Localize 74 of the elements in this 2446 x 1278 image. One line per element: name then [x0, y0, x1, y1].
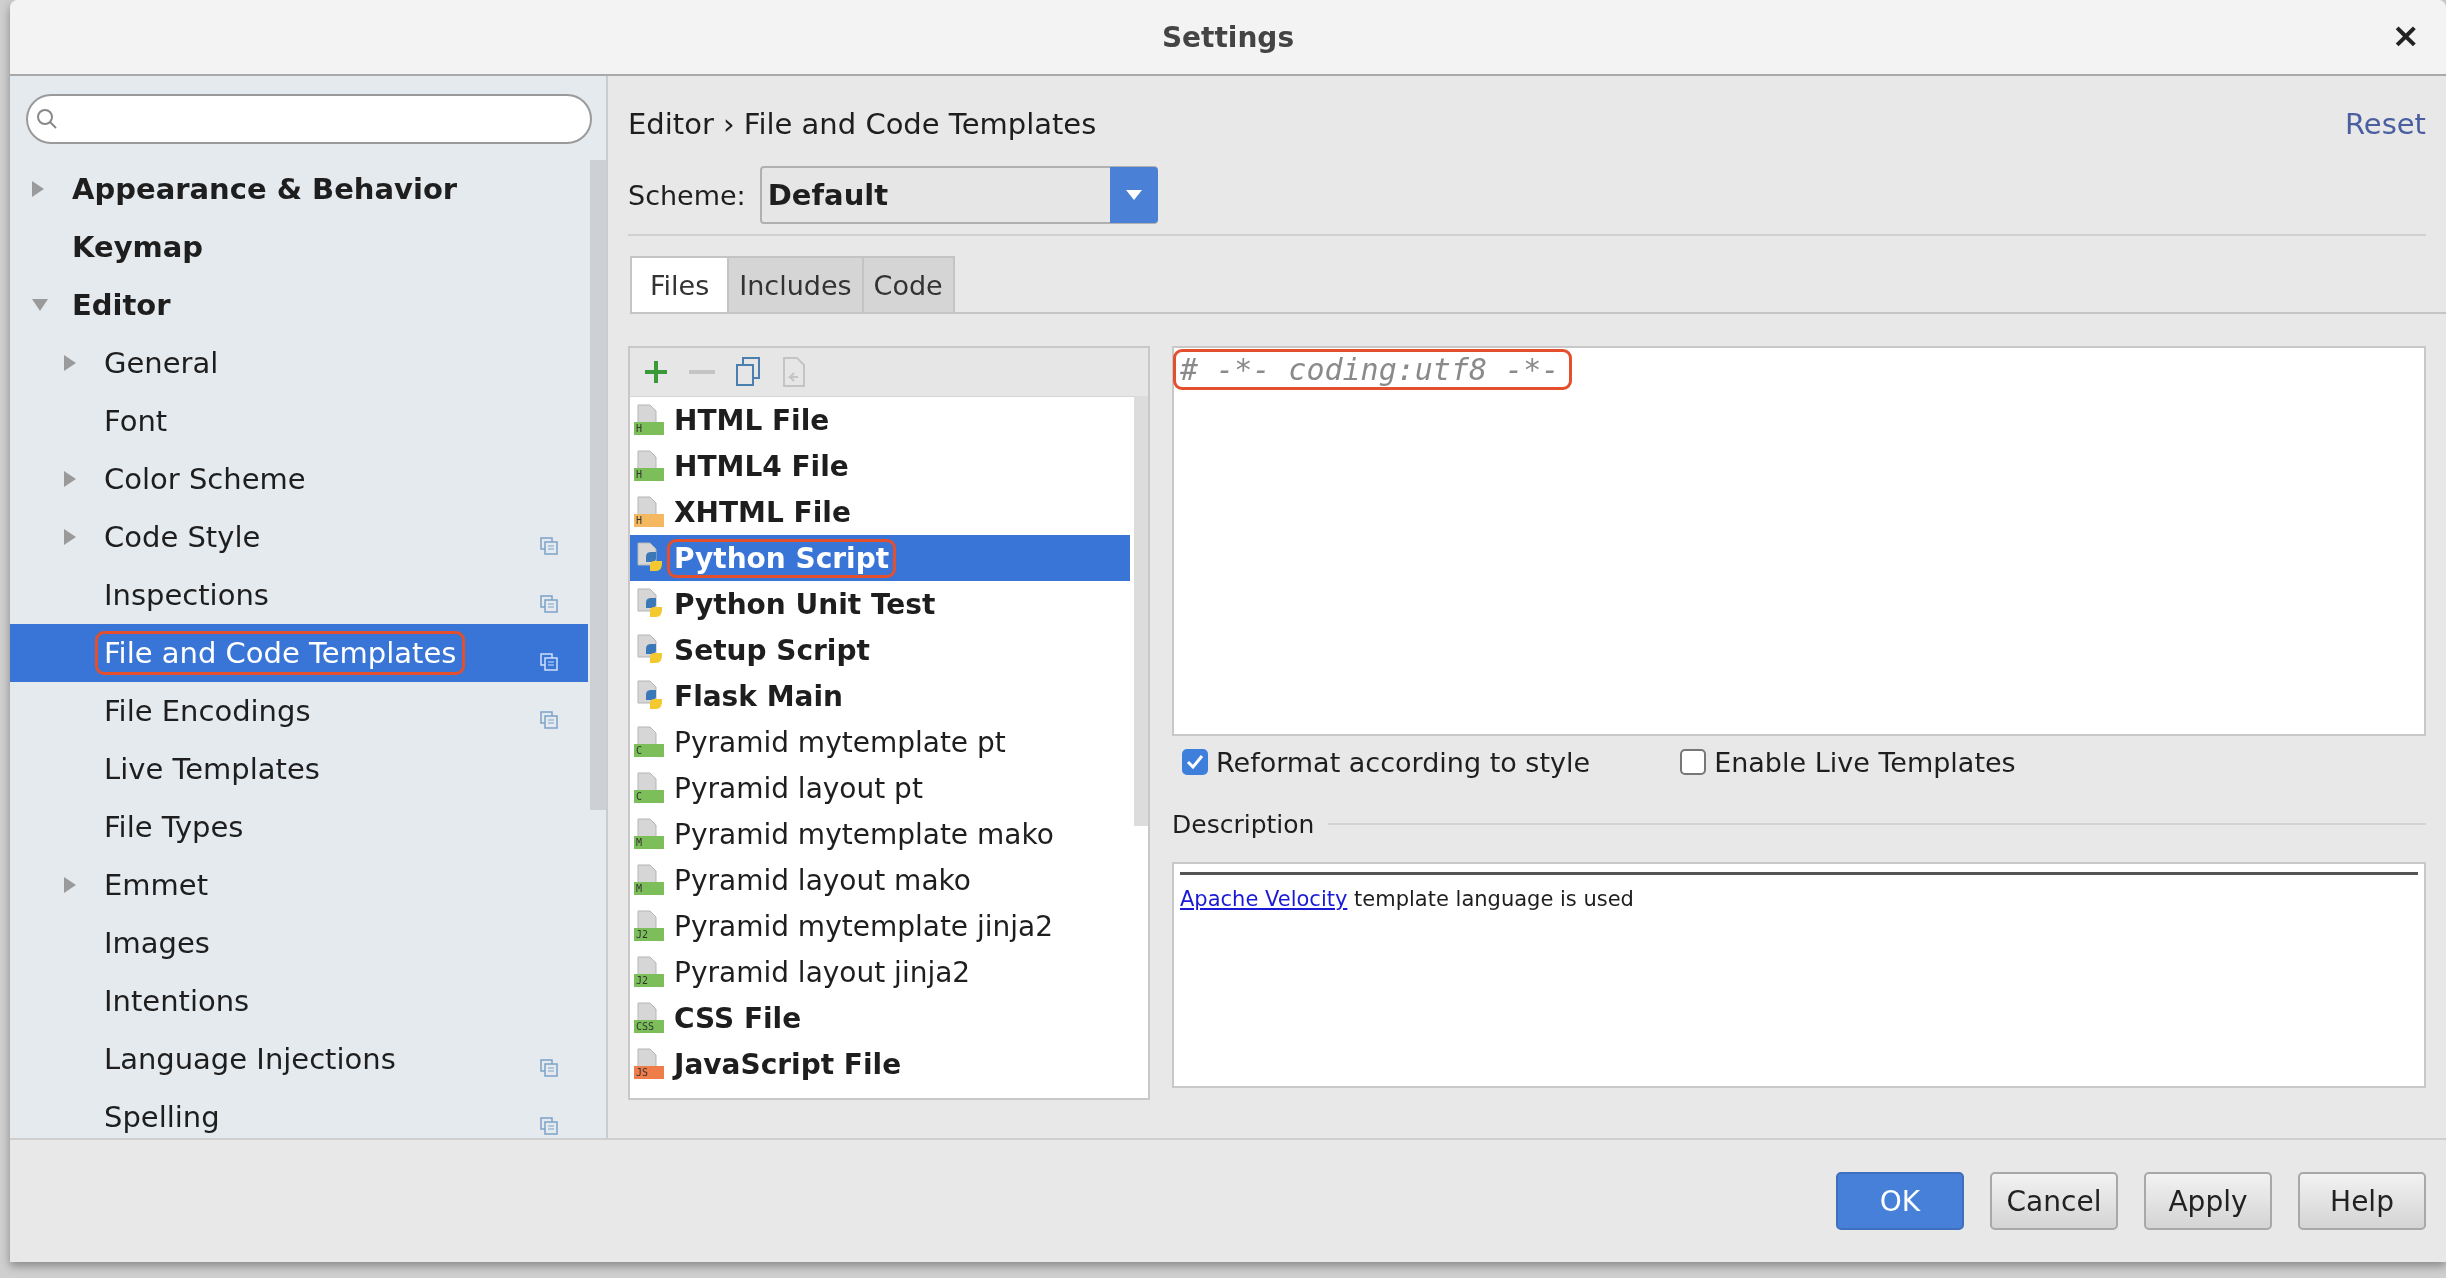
page-arrow-icon [782, 357, 806, 387]
tree-item[interactable]: File Types [10, 798, 588, 856]
template-item[interactable]: J2 Pyramid mytemplate jinja2 [630, 903, 1130, 949]
tree-item[interactable]: Font [10, 392, 588, 450]
expanded-arrow-icon[interactable] [32, 299, 48, 311]
dialog-button[interactable]: Apply [2144, 1172, 2272, 1230]
checkbox-label[interactable]: Enable Live Templates [1714, 746, 2016, 778]
breadcrumb: Editor › File and Code Templates [628, 107, 1097, 141]
tree-item[interactable]: Language Injections [10, 1030, 588, 1088]
collapsed-arrow-icon[interactable] [64, 355, 76, 371]
collapsed-arrow-icon[interactable] [64, 877, 76, 893]
template-item[interactable]: M Pyramid layout mako [630, 857, 1130, 903]
copy-icon [735, 357, 761, 387]
checkmark-icon [1186, 754, 1204, 770]
tree-item[interactable]: Emmet [10, 856, 588, 914]
reset-link[interactable]: Reset [2345, 107, 2426, 141]
minus-icon [689, 370, 715, 374]
copy-icon [540, 595, 558, 613]
link[interactable]: Apache Velocity [1180, 887, 1348, 911]
checkbox[interactable] [1182, 749, 1208, 775]
tab[interactable]: Files [630, 256, 730, 312]
scrollbar[interactable] [1134, 396, 1148, 826]
tree-item[interactable]: Code Style [10, 508, 588, 566]
template-item[interactable]: CSS CSS File [630, 995, 1130, 1041]
tab[interactable]: Includes [727, 256, 864, 312]
tree-item[interactable]: Appearance & Behavior [10, 160, 588, 218]
close-button[interactable]: × [2387, 18, 2424, 52]
scrollbar[interactable] [590, 160, 606, 810]
tree-item[interactable]: General [10, 334, 588, 392]
dialog-button[interactable]: Help [2298, 1172, 2426, 1230]
search-icon [36, 108, 58, 130]
template-item[interactable]: J2 Pyramid layout jinja2 [630, 949, 1130, 995]
template-item[interactable]: Setup Script [630, 627, 1130, 673]
copy-icon [540, 1059, 558, 1077]
plus-icon [643, 359, 669, 385]
scheme-label: Scheme: [628, 179, 746, 211]
tree-item[interactable]: Editor [10, 276, 588, 334]
copy-icon [540, 653, 558, 671]
template-item[interactable]: Python Unit Test [630, 581, 1130, 627]
tree-item[interactable]: Live Templates [10, 740, 588, 798]
template-item[interactable]: JS JavaScript File [630, 1041, 1130, 1087]
template-item[interactable]: M Pyramid mytemplate mako [630, 811, 1130, 857]
description-text: Apache Velocity template language is used [1180, 887, 1635, 911]
template-item[interactable]: C Pyramid layout pt [630, 765, 1130, 811]
template-item[interactable]: H XHTML File [630, 489, 1130, 535]
template-item[interactable]: C Pyramid mytemplate pt [630, 719, 1130, 765]
scheme-dropdown[interactable]: Default [759, 166, 1158, 224]
tree-item[interactable]: Color Scheme [10, 450, 588, 508]
tree-item[interactable]: Spelling [10, 1088, 588, 1138]
dialog-button[interactable]: OK [1836, 1172, 1964, 1230]
copy-icon [540, 537, 558, 555]
dropdown-arrow-icon [1125, 190, 1142, 200]
collapsed-arrow-icon[interactable] [64, 529, 76, 545]
window-title: Settings [1161, 20, 1295, 54]
tab[interactable]: Code [861, 256, 955, 312]
checkbox[interactable] [1680, 749, 1707, 775]
tree-item[interactable]: Keymap [10, 218, 588, 276]
collapsed-arrow-icon[interactable] [32, 181, 44, 197]
copy-icon [540, 711, 558, 729]
dialog-button[interactable]: Cancel [1990, 1172, 2118, 1230]
checkbox-label[interactable]: Reformat according to style [1216, 746, 1591, 778]
template-item[interactable]: Flask Main [630, 673, 1130, 719]
tree-item[interactable]: Intentions [10, 972, 588, 1030]
collapsed-arrow-icon[interactable] [64, 471, 76, 487]
template-item[interactable]: H HTML File [630, 397, 1130, 443]
template-item[interactable]: H HTML4 File [630, 443, 1130, 489]
tree-item[interactable]: Inspections [10, 566, 588, 624]
tree-item[interactable]: Images [10, 914, 588, 972]
section-title: Description [1172, 809, 1315, 839]
copy-icon [540, 1117, 558, 1135]
template-item[interactable]: Python Script [630, 535, 1130, 581]
tree-item[interactable]: File and Code Templates [10, 624, 588, 682]
tree-item[interactable]: File Encodings [10, 682, 588, 740]
search-field[interactable] [26, 94, 592, 144]
